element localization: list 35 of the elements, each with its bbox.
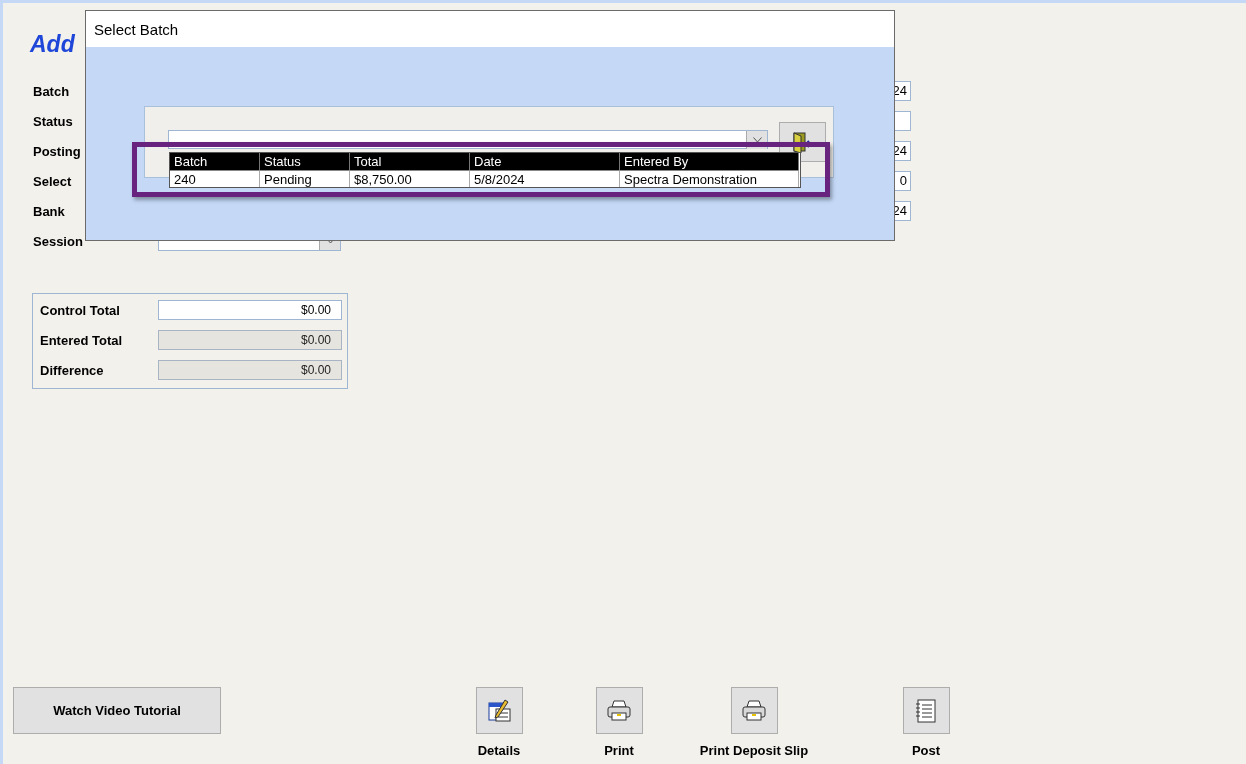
table-cell[interactable]: Pending <box>260 170 350 187</box>
toolbar-button[interactable] <box>475 687 523 734</box>
button-label[interactable]: Post <box>911 743 941 758</box>
toolbar-button[interactable] <box>595 687 643 734</box>
table-cell[interactable]: Spectra Demonstration <box>620 170 799 187</box>
table-cell[interactable]: 5/8/2024 <box>470 170 620 187</box>
column-header: Entered By <box>620 153 799 170</box>
field-label: Session <box>33 233 83 249</box>
notebook-icon <box>913 697 939 724</box>
printer-icon <box>606 698 632 723</box>
dialog-title: Select Batch <box>94 20 179 38</box>
table-cell[interactable]: 240 <box>170 170 260 187</box>
tutorial-button[interactable]: Watch Video Tutorial <box>13 687 221 734</box>
table-cell[interactable]: $8,750.00 <box>350 170 470 187</box>
button-label[interactable]: Print Deposit Slip <box>699 743 809 758</box>
page-title: Add <box>30 30 75 59</box>
printer-icon <box>741 698 767 723</box>
toolbar-button[interactable] <box>730 687 778 734</box>
button-label[interactable]: Print <box>604 743 634 758</box>
field-label: Posting <box>33 143 81 159</box>
input-field[interactable]: $0.00 <box>158 300 342 320</box>
field-label: Status <box>33 113 73 129</box>
column-header: Date <box>470 153 620 170</box>
column-header: Batch <box>170 153 260 170</box>
pencil-notepad-icon <box>486 697 512 724</box>
toolbar-button[interactable] <box>902 687 950 734</box>
button-label[interactable]: Details <box>477 743 521 758</box>
field-label: Entered Total <box>40 332 123 348</box>
column-header: Status <box>260 153 350 170</box>
field-label: Batch <box>33 83 70 99</box>
field-label: Control Total <box>40 302 120 318</box>
field-label: Select <box>33 173 72 189</box>
field-label: Difference <box>40 362 104 378</box>
column-header: Total <box>350 153 470 170</box>
field-label: Bank <box>33 203 65 219</box>
